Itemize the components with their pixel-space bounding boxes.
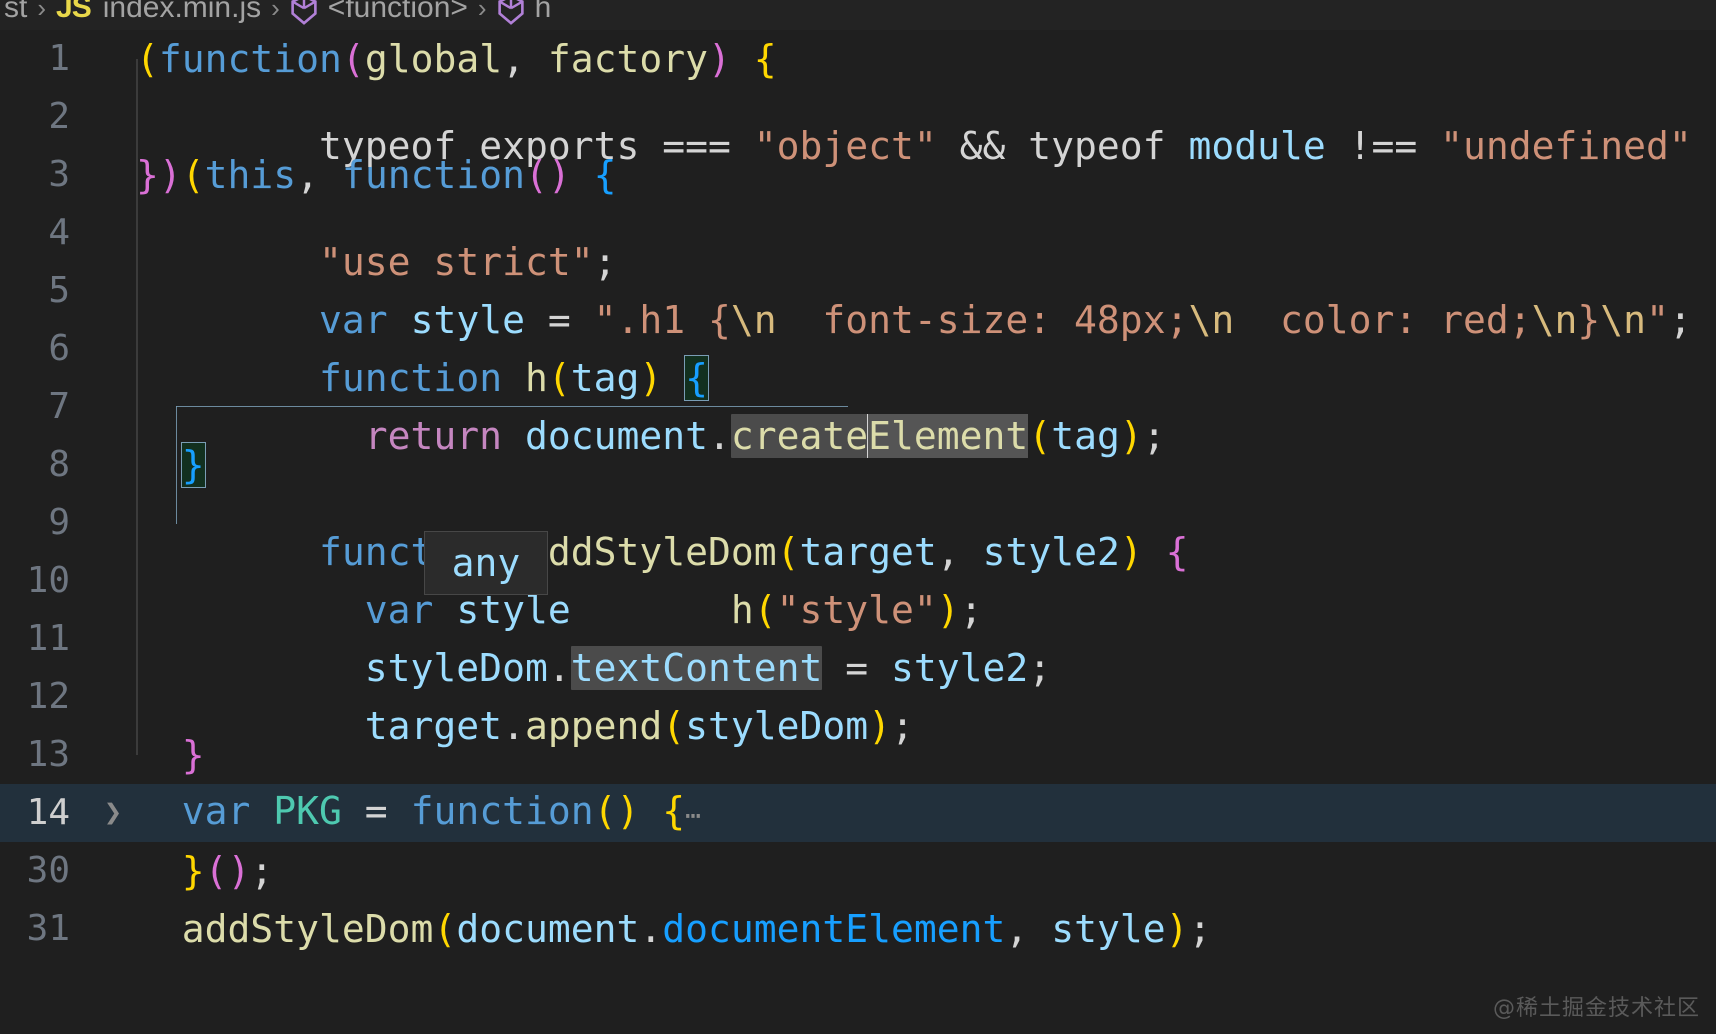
code-line[interactable]: 13 } — [0, 726, 1716, 784]
token-arg-style: style — [1051, 907, 1166, 951]
token-assign: = — [341, 788, 411, 833]
token-comma: , — [1005, 907, 1052, 951]
token-object-document: document — [456, 907, 640, 951]
token-brace: } — [181, 733, 205, 777]
breadcrumb-separator: › — [271, 0, 280, 23]
hover-type-tooltip: any — [424, 531, 548, 595]
line-number: 9 — [48, 502, 70, 543]
token-parens: () — [204, 849, 251, 893]
line-number: 7 — [48, 386, 70, 427]
breadcrumb[interactable]: st › JS index.min.js › <function> › h — [0, 0, 1716, 30]
line-number: 4 — [48, 212, 70, 253]
symbol-function-icon — [497, 0, 525, 27]
code-content[interactable]: } — [130, 726, 205, 784]
token-semicolon: ; — [250, 849, 274, 893]
line-number: 14 — [26, 792, 70, 833]
js-file-icon: JS — [56, 0, 92, 24]
code-line[interactable]: 2 typeof exports === "object" && typeof … — [0, 59, 1716, 175]
token-call-addstyledom: addStyleDom — [181, 907, 434, 951]
code-line[interactable]: 12 target.append(styleDom); — [0, 639, 1716, 755]
token-paren: ) — [1165, 907, 1189, 951]
breadcrumb-separator: › — [477, 0, 487, 23]
token-keyword-function: function — [410, 788, 594, 833]
code-content[interactable]: addStyleDom(document.documentElement, st… — [130, 900, 1212, 958]
bracket-pair-guide-vertical — [176, 406, 177, 524]
token-parens: () — [593, 788, 640, 833]
line-number: 1 — [48, 38, 70, 79]
token-brace: { — [639, 788, 686, 833]
code-line-current[interactable]: 14 ❯ var PKG = function() {⋯ — [0, 784, 1716, 842]
token-variable-pkg: PKG — [273, 788, 342, 833]
hover-tooltip-text: any — [451, 541, 521, 585]
line-number: 5 — [48, 270, 70, 311]
token-semicolon: ; — [1188, 907, 1212, 951]
token-keyword-var: var — [181, 788, 274, 833]
token-dot: . — [639, 907, 663, 951]
breadcrumb-item-function[interactable]: <function> — [328, 0, 468, 25]
line-number: 8 — [48, 444, 70, 485]
code-editor[interactable]: 1 (function(global, factory) { 2 typeof … — [0, 30, 1716, 1034]
code-line[interactable]: 31 addStyleDom(document.documentElement,… — [0, 900, 1716, 958]
line-number: 11 — [26, 618, 70, 659]
token-brace: } — [181, 849, 205, 893]
code-line[interactable]: 30 }(); — [0, 842, 1716, 900]
token-paren: ( — [433, 907, 457, 951]
watermark-text: @稀土掘金技术社区 — [1492, 996, 1700, 1021]
symbol-function-icon — [290, 0, 318, 27]
line-number: 3 — [48, 154, 70, 195]
line-number: 6 — [48, 328, 70, 369]
line-number: 31 — [26, 908, 70, 949]
breadcrumb-item-folder[interactable]: st — [4, 0, 27, 25]
code-content[interactable]: var PKG = function() {⋯ — [130, 782, 701, 845]
breadcrumb-separator: › — [37, 0, 47, 23]
line-number: 13 — [26, 734, 70, 775]
line-number: 10 — [26, 560, 70, 601]
code-line[interactable]: 7 return document.createElement(tag); — [0, 349, 1716, 465]
code-content[interactable]: }(); — [130, 842, 274, 900]
bracket-pair-guide-horizontal — [176, 406, 848, 407]
line-number: 30 — [26, 850, 70, 891]
token-prop-documentelement: documentElement — [662, 907, 1006, 951]
watermark: @稀土掘金技术社区 — [1493, 990, 1700, 1022]
breadcrumb-item-symbol-h[interactable]: h — [535, 0, 552, 25]
line-number: 12 — [26, 676, 70, 717]
folded-code-placeholder[interactable]: ⋯ — [685, 801, 701, 831]
line-number: 2 — [48, 96, 70, 137]
fold-chevron-icon[interactable]: ❯ — [96, 784, 130, 842]
breadcrumb-item-file[interactable]: index.min.js — [103, 0, 261, 25]
